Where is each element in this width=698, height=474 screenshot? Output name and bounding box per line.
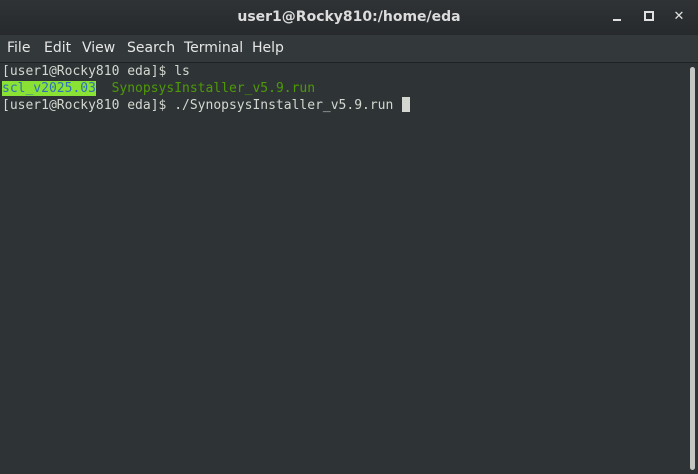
terminal-line: [user1@Rocky810 eda]$ ls [2,63,190,80]
close-button[interactable]: ✕ [669,8,689,26]
directory-entry: scl_v2025.03 [2,81,96,96]
text-cursor [402,97,411,112]
window-title: user1@Rocky810:/home/eda [237,9,461,25]
menu-file[interactable]: File [7,35,30,62]
menu-view[interactable]: View [82,35,115,62]
maximize-icon [644,10,654,21]
command-text: ls [174,64,190,79]
menu-terminal[interactable]: Terminal [184,35,243,62]
close-icon: ✕ [673,9,685,24]
entry-separator [96,81,112,96]
menu-edit[interactable]: Edit [44,35,71,62]
menu-help[interactable]: Help [252,35,284,62]
shell-prompt: [user1@Rocky810 eda]$ [2,64,175,79]
menu-bar: File Edit View Search Terminal Help [0,35,698,63]
command-text: ./SynopsysInstaller_v5.9.run [174,98,402,113]
terminal-line: [user1@Rocky810 eda]$ ./SynopsysInstalle… [2,97,411,114]
minimize-icon [613,19,621,21]
terminal-output[interactable]: [user1@Rocky810 eda]$ ls scl_v2025.03 Sy… [0,63,688,474]
scrollbar-thumb[interactable] [690,67,695,470]
terminal-window: user1@Rocky810:/home/eda ✕ File Edit Vie… [0,0,698,474]
menu-search[interactable]: Search [127,35,175,62]
terminal-line: scl_v2025.03 SynopsysInstaller_v5.9.run [2,80,315,97]
executable-entry: SynopsysInstaller_v5.9.run [111,81,316,96]
shell-prompt: [user1@Rocky810 eda]$ [2,98,175,113]
title-bar[interactable]: user1@Rocky810:/home/eda ✕ [0,0,698,35]
maximize-button[interactable] [639,8,659,26]
vertical-scrollbar[interactable] [688,63,698,474]
minimize-button[interactable] [607,8,627,26]
